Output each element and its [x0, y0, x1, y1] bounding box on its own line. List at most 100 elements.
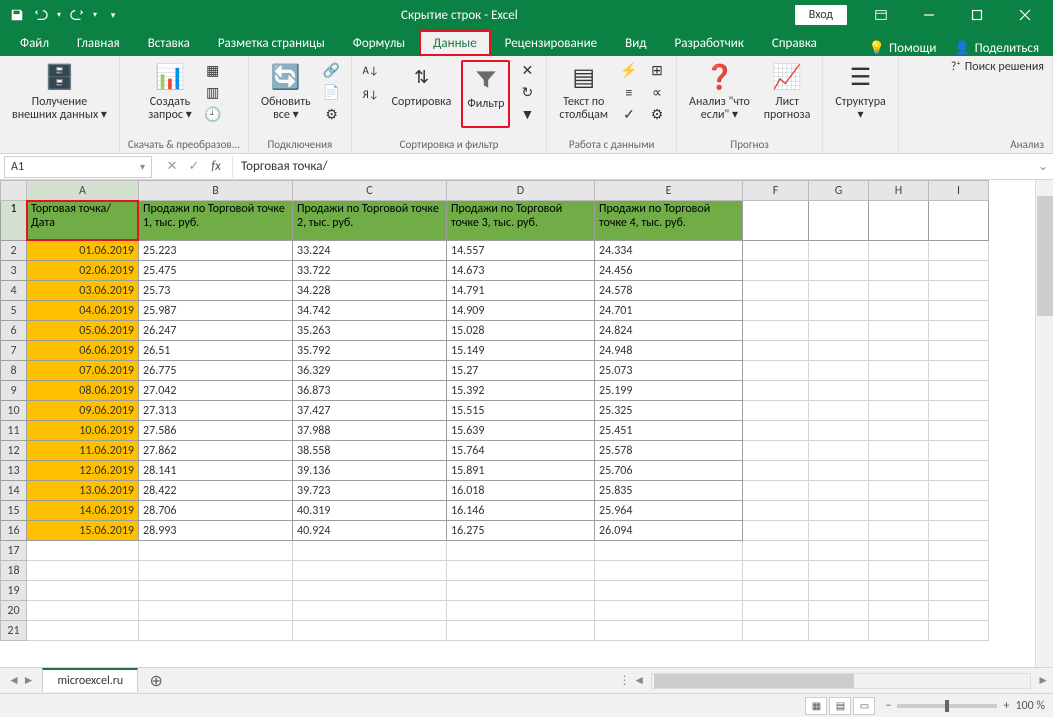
cell-D7[interactable]: 15.149: [447, 341, 595, 361]
cell-G16[interactable]: [809, 521, 869, 541]
col-header-D[interactable]: D: [447, 181, 595, 201]
cell-I19[interactable]: [929, 581, 989, 601]
remove-dup-button[interactable]: ≡: [618, 82, 640, 102]
cell-H17[interactable]: [869, 541, 929, 561]
row-header-2[interactable]: 2: [1, 241, 27, 261]
cell-I16[interactable]: [929, 521, 989, 541]
cell-F10[interactable]: [743, 401, 809, 421]
text-to-columns-button[interactable]: ▤Текст постолбцам: [555, 60, 612, 128]
cell-F21[interactable]: [743, 621, 809, 641]
cell-I17[interactable]: [929, 541, 989, 561]
show-queries-button[interactable]: ▦: [202, 60, 224, 80]
cell-C17[interactable]: [293, 541, 447, 561]
redo-more-icon[interactable]: ▾: [90, 4, 100, 26]
cell-I15[interactable]: [929, 501, 989, 521]
cell-D8[interactable]: 15.27: [447, 361, 595, 381]
col-header-F[interactable]: F: [743, 181, 809, 201]
cell-E12[interactable]: 25.578: [595, 441, 743, 461]
enter-formula-button[interactable]: ✓: [184, 157, 204, 177]
page-break-button[interactable]: ▭: [853, 697, 875, 715]
cell-E11[interactable]: 25.451: [595, 421, 743, 441]
cell-A19[interactable]: [27, 581, 139, 601]
cell-E15[interactable]: 25.964: [595, 501, 743, 521]
cell-F18[interactable]: [743, 561, 809, 581]
qat-customize-icon[interactable]: ▾: [102, 4, 124, 26]
formula-input[interactable]: Торговая точка/: [232, 156, 1033, 178]
cell-A4[interactable]: 03.06.2019: [27, 281, 139, 301]
row-header-3[interactable]: 3: [1, 261, 27, 281]
sort-desc-button[interactable]: Я↓: [360, 84, 382, 104]
cell-B17[interactable]: [139, 541, 293, 561]
sheet-nav[interactable]: ◄ ►: [0, 673, 42, 688]
cell-C18[interactable]: [293, 561, 447, 581]
cell-A5[interactable]: 04.06.2019: [27, 301, 139, 321]
advanced-filter-button[interactable]: ▼: [516, 104, 538, 124]
cell-C16[interactable]: 40.924: [293, 521, 447, 541]
cell-G17[interactable]: [809, 541, 869, 561]
cell-C2[interactable]: 33.224: [293, 241, 447, 261]
maximize-button[interactable]: [955, 0, 999, 30]
cell-B3[interactable]: 25.475: [139, 261, 293, 281]
cell-D3[interactable]: 14.673: [447, 261, 595, 281]
cell-H6[interactable]: [869, 321, 929, 341]
cell-F2[interactable]: [743, 241, 809, 261]
cell-H16[interactable]: [869, 521, 929, 541]
cell-C3[interactable]: 33.722: [293, 261, 447, 281]
cell-G2[interactable]: [809, 241, 869, 261]
cell-H4[interactable]: [869, 281, 929, 301]
undo-button[interactable]: [30, 4, 52, 26]
cell-D6[interactable]: 15.028: [447, 321, 595, 341]
row-header-19[interactable]: 19: [1, 581, 27, 601]
row-header-13[interactable]: 13: [1, 461, 27, 481]
cell-F13[interactable]: [743, 461, 809, 481]
data-validation-button[interactable]: ✓: [618, 104, 640, 124]
cell-C15[interactable]: 40.319: [293, 501, 447, 521]
vertical-scrollbar[interactable]: [1035, 180, 1053, 667]
cell-A11[interactable]: 10.06.2019: [27, 421, 139, 441]
cell-D18[interactable]: [447, 561, 595, 581]
cell-A8[interactable]: 07.06.2019: [27, 361, 139, 381]
cell-I11[interactable]: [929, 421, 989, 441]
cell-D15[interactable]: 16.146: [447, 501, 595, 521]
minimize-button[interactable]: [907, 0, 951, 30]
cell-D19[interactable]: [447, 581, 595, 601]
cell-C5[interactable]: 34.742: [293, 301, 447, 321]
filter-button[interactable]: Фильтр: [461, 60, 510, 128]
outline-button[interactable]: ☰Структура▾: [831, 60, 889, 128]
zoom-level[interactable]: 100 %: [1015, 699, 1045, 713]
cell-G18[interactable]: [809, 561, 869, 581]
cell-E1[interactable]: Продажи по Торговой точке 4, тыс. руб.: [595, 201, 743, 241]
cell-F1[interactable]: [743, 201, 809, 241]
properties-button[interactable]: 📄: [321, 82, 343, 102]
cell-C21[interactable]: [293, 621, 447, 641]
forecast-sheet-button[interactable]: 📈Листпрогноза: [760, 60, 815, 128]
row-header-18[interactable]: 18: [1, 561, 27, 581]
cell-H14[interactable]: [869, 481, 929, 501]
cell-I1[interactable]: [929, 201, 989, 241]
cell-A14[interactable]: 13.06.2019: [27, 481, 139, 501]
cell-F19[interactable]: [743, 581, 809, 601]
cell-A21[interactable]: [27, 621, 139, 641]
cell-G8[interactable]: [809, 361, 869, 381]
cell-A10[interactable]: 09.06.2019: [27, 401, 139, 421]
page-layout-button[interactable]: ▤: [829, 697, 851, 715]
cell-I9[interactable]: [929, 381, 989, 401]
cell-E8[interactable]: 25.073: [595, 361, 743, 381]
cell-F4[interactable]: [743, 281, 809, 301]
cell-A3[interactable]: 02.06.2019: [27, 261, 139, 281]
row-header-11[interactable]: 11: [1, 421, 27, 441]
cell-D10[interactable]: 15.515: [447, 401, 595, 421]
tab-home[interactable]: Главная: [63, 30, 134, 56]
cell-F5[interactable]: [743, 301, 809, 321]
cell-A16[interactable]: 15.06.2019: [27, 521, 139, 541]
row-header-14[interactable]: 14: [1, 481, 27, 501]
spreadsheet-grid[interactable]: ABCDEFGHI1Торговая точка/ ДатаПродажи по…: [0, 180, 1053, 667]
cell-I10[interactable]: [929, 401, 989, 421]
cell-C8[interactable]: 36.329: [293, 361, 447, 381]
cell-G21[interactable]: [809, 621, 869, 641]
cell-C11[interactable]: 37.988: [293, 421, 447, 441]
cell-A20[interactable]: [27, 601, 139, 621]
cell-E20[interactable]: [595, 601, 743, 621]
cell-D14[interactable]: 16.018: [447, 481, 595, 501]
cell-D4[interactable]: 14.791: [447, 281, 595, 301]
